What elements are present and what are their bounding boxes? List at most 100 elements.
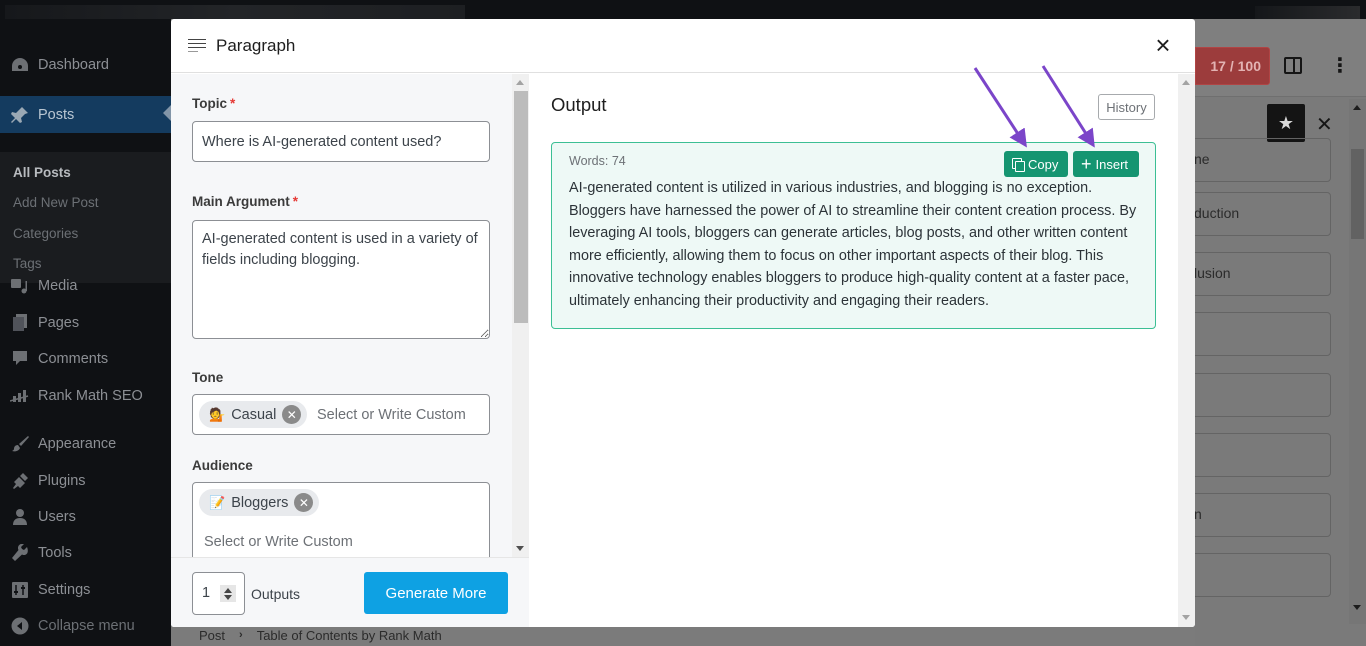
sidebar-item-label: Plugins: [38, 473, 86, 489]
pages-icon: [10, 314, 30, 332]
modal-header: Paragraph ×: [171, 19, 1195, 73]
outputs-count-value: 1: [202, 585, 211, 601]
sidebar-item-label: Appearance: [38, 436, 117, 452]
submenu-all-posts[interactable]: All Posts: [13, 165, 71, 180]
tone-tag-input[interactable]: 💁 Casual ✕ Select or Write Custom: [192, 394, 490, 435]
block-option[interactable]: [1185, 433, 1331, 477]
form-scrollbar[interactable]: [512, 74, 529, 557]
generate-more-button[interactable]: Generate More: [364, 572, 508, 614]
audience-tag-input[interactable]: 📝 Bloggers ✕ Select or Write Custom: [192, 482, 490, 557]
submenu-categories[interactable]: Categories: [13, 226, 78, 241]
plug-icon: [10, 472, 30, 490]
paragraph-modal: Paragraph × Topic* Main Argument* AI-gen…: [171, 19, 1195, 627]
collapse-label: Collapse menu: [38, 618, 135, 634]
modal-title: Paragraph: [216, 35, 296, 55]
block-option[interactable]: [1185, 553, 1331, 597]
star-icon: ★: [1277, 112, 1295, 133]
sidebar-item-rank-math[interactable]: Rank Math SEO: [0, 379, 171, 413]
more-options-icon[interactable]: ⋮: [1330, 54, 1350, 78]
copy-label: Copy: [1028, 156, 1059, 172]
output-card: Words: 74 Copy + Insert AI-generated con…: [551, 142, 1156, 329]
output-scrollbar[interactable]: [1178, 74, 1195, 627]
output-panel: Output History Words: 74 Copy + Insert A…: [530, 74, 1178, 627]
block-option[interactable]: lusion: [1185, 252, 1331, 296]
form-footer: 1 Outputs Generate More: [171, 557, 529, 627]
spinner-arrows-icon[interactable]: [220, 585, 236, 602]
block-option[interactable]: [1185, 373, 1331, 417]
close-panel-icon[interactable]: ✕: [1316, 112, 1333, 137]
tone-placeholder: Select or Write Custom: [317, 407, 466, 423]
blurred-region: [5, 5, 465, 19]
user-icon: [10, 508, 30, 526]
sidebar-item-users[interactable]: Users: [0, 500, 171, 534]
audience-chip: 📝 Bloggers ✕: [199, 489, 320, 516]
modal-close-button[interactable]: ×: [1151, 32, 1175, 58]
sidebar-item-label: Users: [38, 509, 76, 525]
word-count: Words: 74: [569, 154, 626, 168]
history-button[interactable]: History: [1098, 94, 1155, 120]
remove-tag-icon[interactable]: ✕: [282, 405, 302, 424]
sidebar-item-label: Media: [38, 278, 78, 294]
chip-label: Bloggers: [231, 494, 289, 511]
brush-icon: [10, 435, 30, 453]
blurred-region: [1255, 6, 1360, 19]
sidebar-item-media[interactable]: Media: [0, 269, 171, 303]
editor-breadcrumb: Post › Table of Contents by Rank Math: [171, 624, 1195, 646]
breadcrumb-separator-icon: ›: [239, 629, 243, 641]
submenu-add-new-post[interactable]: Add New Post: [13, 195, 99, 210]
audience-label: Audience: [192, 458, 253, 473]
collapse-menu-button[interactable]: Collapse menu: [0, 609, 171, 643]
sidebar-item-plugins[interactable]: Plugins: [0, 464, 171, 498]
settings-panel-toggle-icon[interactable]: [1284, 57, 1302, 74]
posts-submenu: All Posts Add New Post Categories Tags: [0, 152, 171, 283]
favorite-star-button[interactable]: ★: [1267, 104, 1305, 142]
seo-score-badge[interactable]: 17 / 100: [1195, 47, 1270, 85]
admin-sidebar: Dashboard Posts All Posts Add New Post C…: [0, 19, 171, 646]
media-icon: [10, 277, 30, 295]
breadcrumb-post[interactable]: Post: [199, 628, 225, 643]
topic-input[interactable]: [192, 121, 490, 162]
sidebar-item-posts[interactable]: Posts: [0, 96, 171, 133]
sidebar-item-dashboard[interactable]: Dashboard: [0, 48, 171, 82]
sidebar-item-label: Posts: [38, 106, 75, 123]
settings-icon: [10, 581, 30, 599]
sidebar-item-label: Settings: [38, 582, 91, 598]
settings-scrollbar[interactable]: [1349, 99, 1366, 624]
plus-icon: +: [1081, 154, 1092, 174]
admin-top-bar: [0, 0, 1366, 19]
rank-math-icon: [10, 387, 30, 405]
tone-chip: 💁 Casual ✕: [199, 401, 308, 428]
copy-button[interactable]: Copy: [1004, 151, 1068, 177]
sidebar-item-label: Comments: [38, 351, 109, 367]
person-tipping-hand-icon: 💁: [209, 406, 226, 422]
block-option[interactable]: n: [1185, 493, 1331, 537]
block-option[interactable]: duction: [1185, 192, 1331, 236]
block-option[interactable]: [1185, 312, 1331, 356]
dashboard-icon: [10, 56, 30, 74]
sidebar-item-tools[interactable]: Tools: [0, 536, 171, 570]
block-option[interactable]: ne: [1185, 138, 1331, 182]
sidebar-item-comments[interactable]: Comments: [0, 342, 171, 376]
topic-label: Topic *: [192, 96, 236, 111]
pin-icon: [10, 106, 30, 124]
sidebar-item-pages[interactable]: Pages: [0, 306, 171, 340]
collapse-arrow-icon: [10, 617, 30, 635]
outputs-count-stepper[interactable]: 1: [192, 572, 245, 615]
output-title: Output: [551, 94, 607, 115]
remove-tag-icon[interactable]: ✕: [294, 493, 314, 512]
tone-label: Tone: [192, 370, 224, 385]
main-argument-textarea[interactable]: AI-generated content is used in a variet…: [192, 220, 490, 339]
comments-icon: [10, 350, 30, 368]
sidebar-item-appearance[interactable]: Appearance: [0, 427, 171, 461]
input-form-panel: Topic* Main Argument* AI-generated conte…: [171, 74, 529, 627]
chip-label: Casual: [231, 406, 277, 423]
sidebar-item-label: Dashboard: [38, 57, 109, 73]
sidebar-item-settings[interactable]: Settings: [0, 573, 171, 607]
sidebar-item-label: Rank Math SEO: [38, 388, 143, 404]
main-argument-label: Main Argument *: [192, 194, 299, 209]
paragraph-icon: [188, 38, 206, 53]
breadcrumb-block[interactable]: Table of Contents by Rank Math: [257, 628, 442, 643]
wrench-icon: [10, 544, 30, 562]
sidebar-item-label: Tools: [38, 545, 72, 561]
insert-button[interactable]: + Insert: [1073, 151, 1139, 177]
